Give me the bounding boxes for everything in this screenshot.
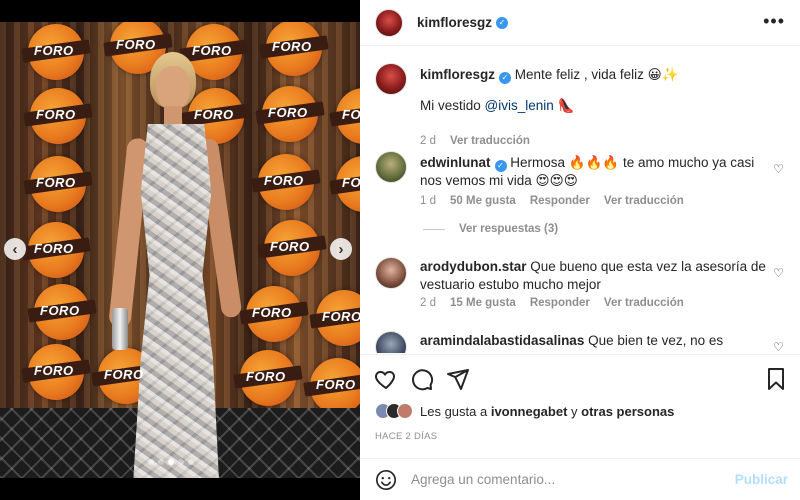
comment-age: 2 d	[420, 297, 436, 309]
carousel-next-button[interactable]: ›	[330, 238, 352, 260]
post-photo[interactable]: FORO FORO FORO FORO FORO FORO FORO FORO …	[0, 22, 360, 478]
foro-logo: FORO	[258, 154, 314, 210]
verified-badge-icon: ✓	[499, 72, 512, 84]
carousel-dot	[188, 459, 194, 465]
reply-button[interactable]: Responder	[530, 195, 590, 207]
post-timestamp[interactable]: HACE 2 DÍAS	[375, 431, 437, 442]
foro-logo: FORO	[34, 284, 90, 340]
reply-button[interactable]: Responder	[530, 297, 590, 309]
caption-username[interactable]: kimfloresgz	[420, 67, 495, 82]
foro-logo: FORO	[266, 22, 322, 76]
liker-username[interactable]: ivonnegabet	[491, 404, 568, 419]
post-side-panel: kimfloresgz ✓ ••• kimfloresgz ✓ Mente fel…	[360, 0, 800, 500]
foro-logo: FORO	[30, 156, 86, 212]
author-username[interactable]: kimfloresgz	[417, 15, 492, 30]
caption-second-line: Mi vestido @ivis_lenin 👠	[420, 98, 575, 113]
carousel-indicator	[148, 459, 194, 465]
carousel-dot-active	[168, 459, 174, 465]
foro-logo: FORO	[28, 24, 84, 80]
save-bookmark-icon[interactable]	[764, 367, 788, 391]
translate-link[interactable]: Ver traducción	[450, 135, 530, 147]
likes-text: Les gusta a ivonnegabet y otras personas	[420, 403, 675, 419]
caption-age: 2 d	[420, 135, 436, 147]
comment-likes[interactable]: 50 Me gusta	[450, 195, 516, 207]
view-replies-button[interactable]: Ver respuestas (3)	[423, 223, 558, 235]
liker-avatar	[397, 403, 413, 419]
commenter-username[interactable]: aramindalabastidasalinas	[420, 333, 584, 348]
carousel-dot	[148, 459, 154, 465]
commenter-avatar[interactable]	[375, 331, 407, 353]
comment-meta: 2 d 15 Me gusta Responder Ver traducción	[420, 297, 684, 309]
author-avatar[interactable]	[375, 8, 403, 37]
carousel-dot	[158, 459, 164, 465]
comment-meta: 1 d 50 Me gusta Responder Ver traducción	[420, 195, 684, 207]
like-comment-heart-icon[interactable]: ♡	[773, 163, 785, 175]
foro-logo: FORO	[28, 222, 84, 278]
chevron-right-icon: ›	[338, 240, 344, 258]
foro-logo: FORO	[264, 220, 320, 276]
publish-button[interactable]: Publicar	[735, 472, 788, 487]
comment-bubble-icon[interactable]	[410, 367, 434, 391]
other-likers-link[interactable]: otras personas	[581, 404, 674, 419]
share-paper-plane-icon[interactable]	[446, 367, 470, 391]
post-actions: Les gusta a ivonnegabet y otras personas…	[360, 354, 800, 472]
like-comment-heart-icon[interactable]: ♡	[773, 341, 785, 353]
foro-logo: FORO	[28, 344, 84, 400]
commenter-avatar[interactable]	[375, 257, 407, 289]
comments-list[interactable]: kimfloresgz ✓ Mente feliz , vida feliz 😀✨…	[360, 47, 800, 353]
like-comment-heart-icon[interactable]: ♡	[773, 267, 785, 279]
comment-likes[interactable]: 15 Me gusta	[450, 297, 516, 309]
foro-logo: FORO	[310, 358, 360, 414]
translate-link[interactable]: Ver traducción	[604, 195, 684, 207]
mention-link[interactable]: @ivis_lenin	[485, 98, 554, 113]
woman-in-gown	[98, 52, 258, 478]
caption-meta: 2 d Ver traducción	[420, 135, 530, 147]
more-options-icon[interactable]: •••	[763, 12, 785, 30]
commenter-username[interactable]: arodydubon.star	[420, 259, 527, 274]
post-photo-panel: FORO FORO FORO FORO FORO FORO FORO FORO …	[0, 0, 360, 500]
verified-badge-icon: ✓	[494, 160, 507, 172]
foro-logo: FORO	[30, 88, 86, 144]
like-heart-icon[interactable]	[374, 367, 398, 391]
comment-age: 1 d	[420, 195, 436, 207]
translate-link[interactable]: Ver traducción	[604, 297, 684, 309]
author-avatar[interactable]	[375, 63, 407, 95]
comment-input[interactable]	[411, 472, 721, 487]
commenter-username[interactable]: edwinlunat	[420, 155, 491, 170]
post-header: kimfloresgz ✓ •••	[360, 0, 800, 46]
add-comment-bar: Publicar	[360, 458, 800, 500]
foro-logo: FORO	[262, 86, 318, 142]
carousel-prev-button[interactable]: ‹	[4, 238, 26, 260]
likes-summary[interactable]: Les gusta a ivonnegabet y otras personas	[375, 403, 674, 419]
commenter-avatar[interactable]	[375, 151, 407, 183]
caption-text: Mente feliz , vida feliz 😀✨	[514, 67, 679, 82]
chevron-left-icon: ‹	[12, 240, 18, 258]
carousel-dot	[178, 459, 184, 465]
emoji-icon[interactable]	[375, 469, 397, 491]
verified-badge-icon: ✓	[496, 16, 509, 29]
